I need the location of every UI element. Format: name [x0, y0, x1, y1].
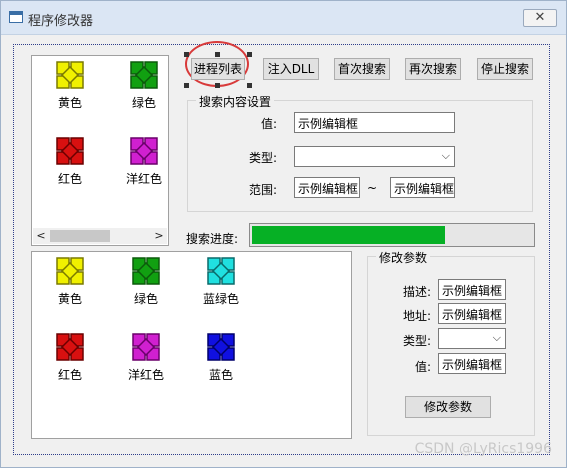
color-tile-icon [207, 333, 235, 361]
list-item[interactable]: 红色 [38, 332, 102, 383]
list-item-label: 蓝色 [208, 368, 233, 382]
search-value-input[interactable]: 示例编辑框 [294, 112, 455, 133]
list-item-label: 红色 [57, 368, 82, 382]
range-to-input[interactable]: 示例编辑框 [390, 177, 455, 198]
inject-dll-button[interactable]: 注入DLL [263, 58, 319, 80]
scroll-left-arrow[interactable]: < [33, 228, 49, 244]
list-item[interactable]: 绿色 [112, 60, 176, 111]
icon-list-bottom[interactable]: 黄色 绿色 蓝绿色红色 洋红色 蓝色 [31, 251, 352, 439]
range-from-input[interactable]: 示例编辑框 [294, 177, 360, 198]
color-tile-icon [130, 61, 158, 89]
list-item-label: 洋红色 [125, 172, 162, 186]
color-tile-icon [132, 257, 160, 285]
range-separator: ~ [366, 181, 378, 195]
selection-handle [247, 83, 252, 88]
progress-label: 搜索进度: [186, 232, 239, 246]
color-tile-icon [132, 333, 160, 361]
list-item[interactable]: 黄色 [38, 256, 102, 307]
progress-fill [252, 226, 445, 244]
value-label: 值: [260, 117, 277, 131]
color-tile-icon [56, 137, 84, 165]
list-item[interactable]: 蓝色 [189, 332, 253, 383]
selection-handle [215, 83, 220, 88]
first-search-button[interactable]: 首次搜索 [334, 58, 390, 80]
list-item[interactable]: 黄色 [38, 60, 102, 111]
modify-value-input[interactable]: 示例编辑框 [438, 353, 506, 374]
description-input[interactable]: 示例编辑框 [438, 279, 506, 300]
color-tile-icon [56, 61, 84, 89]
modify-params-title: 修改参数 [376, 249, 431, 266]
range-label: 范围: [248, 183, 277, 197]
color-tile-icon [207, 257, 235, 285]
title-bar[interactable]: 程序修改器 ✕ [1, 1, 566, 35]
type-label: 类型: [248, 151, 277, 165]
modify-value-label: 值: [414, 360, 431, 374]
close-button[interactable]: ✕ [523, 9, 557, 27]
chevron-down-icon: ⌵ [492, 331, 501, 344]
search-settings-title: 搜索内容设置 [196, 93, 275, 110]
list-item-label: 洋红色 [127, 368, 164, 382]
selection-handle [215, 52, 220, 57]
stop-search-button[interactable]: 停止搜索 [477, 58, 533, 80]
list-item[interactable]: 绿色 [114, 256, 178, 307]
search-again-button[interactable]: 再次搜索 [405, 58, 461, 80]
list-item-label: 绿色 [133, 292, 158, 306]
app-icon [9, 11, 23, 23]
modify-params-button[interactable]: 修改参数 [405, 396, 491, 418]
list-item[interactable]: 蓝绿色 [189, 256, 253, 307]
scroll-right-arrow[interactable]: > [151, 228, 167, 244]
color-tile-icon [130, 137, 158, 165]
list-item[interactable]: 洋红色 [112, 136, 176, 187]
modify-type-label: 类型: [402, 334, 431, 348]
list-item-label: 黄色 [57, 292, 82, 306]
scroll-thumb[interactable] [50, 230, 110, 242]
description-label: 描述: [402, 285, 431, 299]
search-progress-bar [249, 223, 535, 247]
horizontal-scrollbar[interactable]: < > [33, 228, 167, 244]
selection-handle [184, 52, 189, 57]
watermark: CSDN @LyRics1996 [414, 441, 552, 457]
color-tile-icon [56, 333, 84, 361]
list-item-label: 蓝绿色 [202, 292, 239, 306]
window-title: 程序修改器 [28, 14, 94, 29]
search-type-select[interactable]: ⌵ [294, 146, 455, 167]
list-item-label: 红色 [57, 172, 82, 186]
list-item[interactable]: 红色 [38, 136, 102, 187]
list-item-label: 绿色 [131, 96, 156, 110]
main-window: 程序修改器 ✕ < > 黄色 绿色 红色 洋红色 进程列表 注入DLL 首次搜索 再次… [0, 0, 567, 468]
list-item[interactable]: 洋红色 [114, 332, 178, 383]
icon-list-top[interactable]: < > 黄色 绿色红色 洋红色 [31, 55, 169, 246]
color-tile-icon [56, 257, 84, 285]
selection-handle [184, 83, 189, 88]
modify-type-select[interactable]: ⌵ [438, 328, 506, 349]
selection-handle [247, 52, 252, 57]
address-label: 地址: [402, 309, 431, 323]
address-input[interactable]: 示例编辑框 [438, 303, 506, 324]
process-list-button[interactable]: 进程列表 [191, 58, 245, 80]
chevron-down-icon: ⌵ [441, 149, 450, 162]
list-item-label: 黄色 [57, 96, 82, 110]
